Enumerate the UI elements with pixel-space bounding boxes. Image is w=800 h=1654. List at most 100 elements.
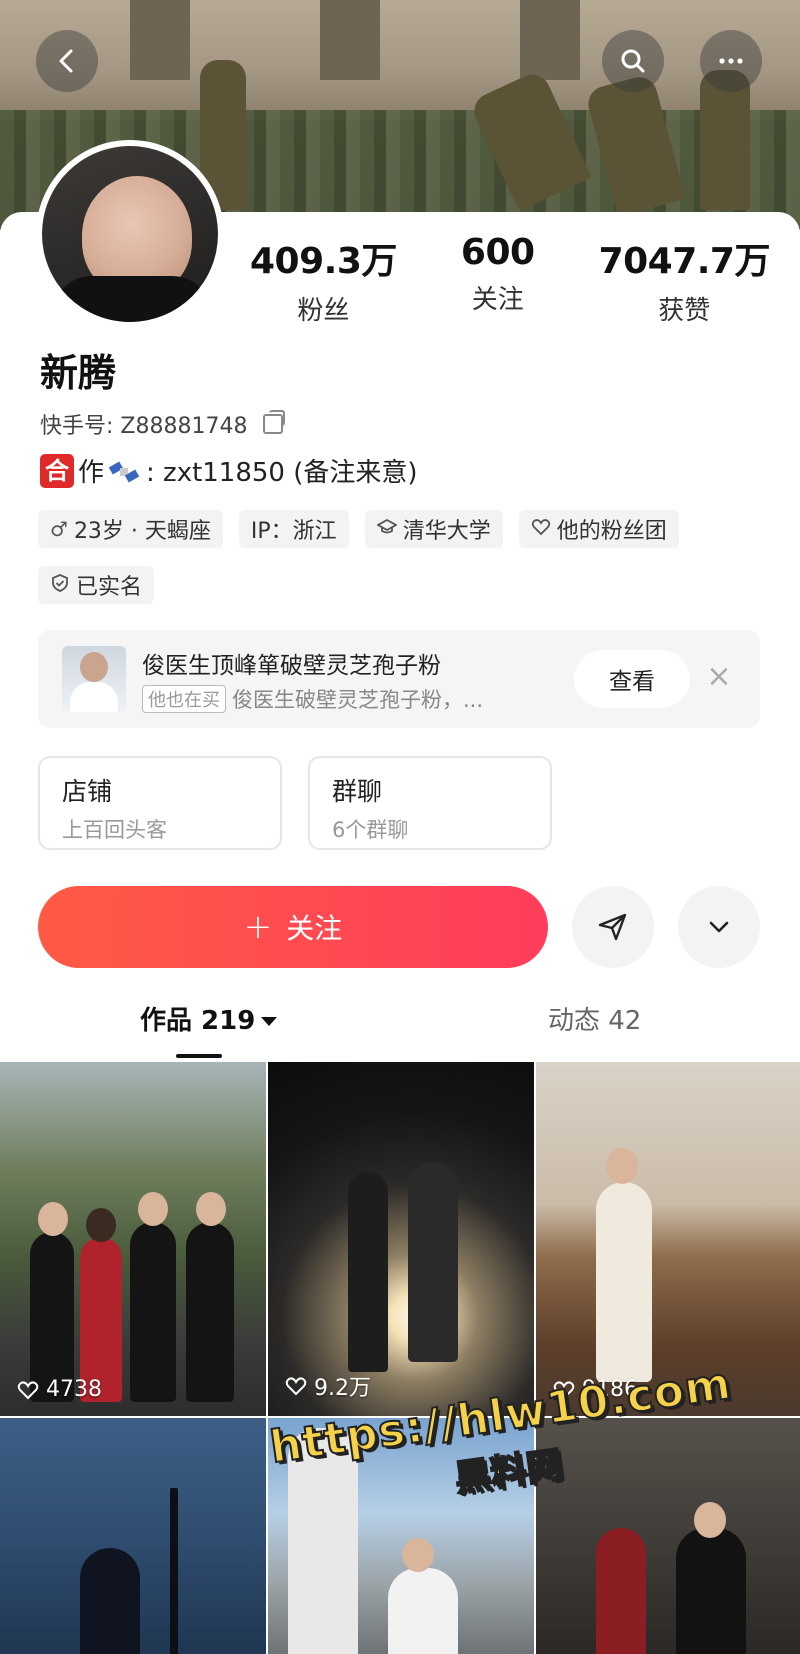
tag-ip: IP：浙江: [238, 510, 349, 548]
message-button[interactable]: [572, 886, 654, 968]
tab-works[interactable]: 作品 219: [140, 1000, 278, 1037]
tab-dynamics[interactable]: 动态 42: [548, 1000, 641, 1037]
expand-button[interactable]: [678, 886, 760, 968]
banner-pillar: [520, 0, 580, 80]
thumb-head: [86, 1208, 116, 1242]
heart-icon: [531, 517, 551, 542]
profile-name: 新腾: [40, 351, 117, 395]
thumb-head: [38, 1202, 68, 1236]
tab-indicator: [176, 1054, 222, 1058]
profile-bio: 合 作 : zxt11850 (备注来意): [40, 452, 418, 489]
product-subtitle: 他也在买 俊医生破壁灵芝孢子粉，...: [142, 684, 483, 714]
also-buying-badge: 他也在买: [142, 685, 226, 713]
profile-stats: 409.3万 粉丝 600 关注 7047.7万 获赞: [250, 232, 770, 327]
group-chat-card[interactable]: 群聊 6个群聊: [308, 756, 552, 850]
avatar-image: [42, 146, 218, 322]
thumb-figure: [130, 1222, 176, 1402]
follow-label: 关注: [286, 912, 343, 945]
stat-fans[interactable]: 409.3万 粉丝: [250, 232, 397, 327]
bio-contact: : zxt11850 (备注来意): [146, 458, 418, 488]
shop-card[interactable]: 店铺 上百回头客: [38, 756, 282, 850]
thumb-head: [138, 1192, 168, 1226]
heart-icon: [17, 1380, 39, 1399]
profile-tags: ♂ 23岁 · 天蝎座 IP：浙江 清华大学 他的粉丝团 已实名: [38, 510, 768, 604]
thumb-figure: [408, 1162, 458, 1362]
thumb-figure: [348, 1172, 388, 1372]
thumb-head: [196, 1192, 226, 1226]
chevron-down-icon: [709, 921, 729, 933]
plus-icon: +: [243, 907, 273, 947]
thumb-figure: [596, 1182, 652, 1382]
he-badge-icon: 合: [40, 453, 74, 488]
user-id-text: 快手号: Z88881748: [40, 414, 248, 439]
lamp-post: [170, 1488, 178, 1654]
tag-text: 清华大学: [402, 519, 491, 544]
tag-school[interactable]: 清华大学: [364, 510, 503, 548]
send-icon: [598, 913, 627, 941]
video-thumbnail[interactable]: 9186: [536, 1062, 800, 1416]
tag-age: ♂ 23岁 · 天蝎座: [38, 510, 223, 548]
thumb-figure: [676, 1528, 746, 1654]
banner-wall: [0, 0, 800, 120]
product-promo[interactable]: 俊医生顶峰箪破壁灵芝孢子粉 他也在买 俊医生破壁灵芝孢子粉，... 查看 ×: [38, 630, 760, 728]
tag-text: 他的粉丝团: [556, 519, 667, 544]
product-subtitle-text: 俊医生破壁灵芝孢子粉，...: [232, 688, 484, 712]
satellite-icon: [108, 456, 142, 486]
back-button[interactable]: [36, 30, 98, 92]
like-count: 4738: [16, 1377, 102, 1402]
stat-following[interactable]: 600 关注: [428, 232, 568, 327]
thumb-figure: [80, 1548, 140, 1654]
group-chat-subtitle: 6个群聊: [332, 818, 409, 842]
user-id: 快手号: Z88881748: [40, 408, 286, 440]
shop-title: 店铺: [62, 777, 113, 806]
stat-label: 粉丝: [297, 296, 350, 326]
heart-icon: [285, 1377, 307, 1396]
like-count: 9.2万: [284, 1370, 371, 1402]
banner-pillar: [130, 0, 190, 80]
banner-pillar: [320, 0, 380, 80]
view-button[interactable]: 查看: [574, 650, 690, 708]
product-title: 俊医生顶峰箪破壁灵芝孢子粉: [142, 653, 441, 679]
like-count-text: 9.2万: [314, 1376, 371, 1401]
tag-fan-club[interactable]: 他的粉丝团: [518, 510, 679, 548]
more-button[interactable]: [700, 30, 762, 92]
thumb-head: [402, 1538, 434, 1572]
bio-text: 作: [78, 458, 105, 488]
graduation-cap-icon: [375, 517, 398, 542]
male-icon: ♂: [50, 517, 68, 541]
tag-text: 23岁 · 天蝎座: [73, 519, 211, 544]
avatar[interactable]: [36, 140, 224, 328]
video-thumbnail[interactable]: 4738: [0, 1062, 266, 1416]
stat-value: 409.3万: [250, 241, 397, 282]
tag-verified: 已实名: [38, 566, 155, 604]
stat-label: 关注: [471, 285, 524, 315]
video-thumbnail[interactable]: [0, 1418, 266, 1654]
like-count-text: 4738: [46, 1377, 102, 1402]
caret-down-icon: [261, 1017, 278, 1026]
tag-text: 已实名: [76, 575, 143, 600]
content-tabs: 作品 219 动态 42: [0, 1000, 800, 1060]
thumb-head: [694, 1502, 726, 1538]
search-icon: [621, 49, 645, 73]
stat-likes[interactable]: 7047.7万 获赞: [598, 232, 771, 327]
copy-icon[interactable]: [263, 410, 286, 434]
tag-text: IP：浙江: [250, 519, 337, 544]
follow-button[interactable]: + 关注: [38, 886, 548, 968]
back-arrow-icon: [59, 49, 73, 73]
shield-icon: [50, 573, 70, 598]
stat-value: 7047.7万: [598, 241, 771, 282]
more-dots-icon: [719, 58, 743, 64]
shop-subtitle: 上百回头客: [62, 818, 167, 842]
thumb-head: [606, 1148, 638, 1184]
thumb-figure: [388, 1568, 458, 1654]
tab-works-label: 作品 219: [140, 1006, 256, 1036]
works-grid: 4738 9.2万 9186: [0, 1062, 800, 1654]
thumb-figure: [186, 1222, 234, 1402]
search-button[interactable]: [602, 30, 664, 92]
close-icon[interactable]: ×: [704, 662, 734, 692]
group-chat-title: 群聊: [332, 777, 383, 806]
video-thumbnail[interactable]: 9.2万: [268, 1062, 534, 1416]
thumb-figure: [596, 1528, 646, 1654]
stat-value: 600: [460, 232, 535, 273]
product-thumbnail: [62, 646, 126, 712]
